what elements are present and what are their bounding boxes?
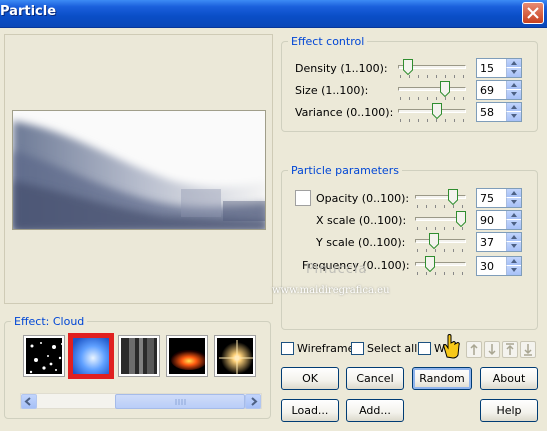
slider-thumb[interactable] (455, 211, 466, 227)
size-slider[interactable] (398, 81, 466, 101)
variance-label: Variance (0..100): (295, 106, 394, 119)
opacity-color-swatch[interactable] (295, 190, 311, 206)
effect-thumbnail-stars[interactable] (23, 335, 65, 377)
ok-button[interactable]: OK (281, 367, 339, 390)
chevron-left-icon (24, 397, 31, 406)
effect-control-legend: Effect control (288, 35, 368, 48)
size-value[interactable]: 69 (480, 84, 494, 97)
opacity-spinbox[interactable]: 75 (476, 188, 522, 208)
effect-legend: Effect: Cloud (11, 315, 88, 328)
spin-down-button[interactable] (506, 198, 521, 207)
move-top-button[interactable] (502, 341, 518, 358)
title-bar[interactable]: Particle (0, 0, 547, 28)
spin-up-button[interactable] (506, 81, 521, 90)
frequency-value[interactable]: 30 (480, 260, 494, 273)
close-button[interactable] (522, 2, 544, 24)
spin-down-button[interactable] (506, 112, 521, 121)
watermark-name: Pinuccia (306, 262, 368, 277)
scroll-right-button[interactable] (245, 394, 261, 409)
hand-pointer-icon (443, 334, 460, 359)
arrow-bottom-icon (524, 344, 532, 356)
density-slider[interactable] (398, 59, 466, 79)
density-spinbox[interactable]: 15 (476, 58, 522, 78)
select-all-label[interactable]: Select all (367, 342, 417, 355)
opacity-slider[interactable] (415, 189, 466, 209)
particle-parameters-legend: Particle parameters (288, 164, 402, 177)
spin-down-button[interactable] (506, 266, 521, 275)
spin-down-button[interactable] (506, 90, 521, 99)
x-scale-slider[interactable] (415, 211, 466, 231)
grip-icon (175, 399, 186, 405)
add-button[interactable]: Add... (346, 399, 404, 422)
spin-down-button[interactable] (506, 242, 521, 251)
size-label: Size (1..100): (295, 84, 369, 97)
scroll-thumb[interactable] (115, 394, 245, 409)
wireframe-checkbox[interactable] (281, 342, 294, 355)
variance-slider[interactable] (398, 103, 466, 123)
random-button[interactable]: Random (412, 367, 472, 390)
y-scale-spinbox[interactable]: 37 (476, 232, 522, 252)
close-icon (527, 7, 539, 19)
spin-up-button[interactable] (506, 59, 521, 68)
y-scale-slider[interactable] (415, 233, 466, 253)
stars-thumbnail-image (26, 338, 62, 374)
wireframe-label[interactable]: Wireframe (297, 342, 354, 355)
scroll-left-button[interactable] (21, 394, 37, 409)
frequency-spinbox[interactable]: 30 (476, 256, 522, 276)
select-all-checkbox[interactable] (351, 342, 364, 355)
spin-up-button[interactable] (506, 103, 521, 112)
preview-image (12, 110, 266, 230)
w-checkbox[interactable] (418, 342, 431, 355)
density-label: Density (1..100): (295, 62, 388, 75)
spin-down-button[interactable] (506, 220, 521, 229)
arrow-down-icon (488, 344, 496, 356)
about-button[interactable]: About (480, 367, 538, 390)
arrow-top-icon (506, 343, 514, 355)
y-scale-value[interactable]: 37 (480, 236, 494, 249)
opacity-value[interactable]: 75 (480, 192, 494, 205)
slider-thumb[interactable] (428, 233, 439, 249)
help-button[interactable]: Help (480, 399, 538, 422)
opacity-label: Opacity (0..100): (316, 192, 410, 205)
effect-thumbnail-cloud[interactable] (68, 333, 114, 379)
cloud-thumbnail-image (73, 338, 109, 374)
effect-thumbnail-smoke[interactable] (118, 335, 160, 377)
cancel-button[interactable]: Cancel (346, 367, 404, 390)
spin-up-button[interactable] (506, 189, 521, 198)
effect-thumbnail-flare[interactable] (214, 335, 256, 377)
arrow-up-icon (470, 343, 478, 355)
slider-thumb[interactable] (402, 59, 413, 75)
y-scale-label: Y scale (0..100): (316, 236, 406, 249)
slider-thumb[interactable] (432, 103, 443, 119)
move-down-button[interactable] (484, 341, 500, 358)
spin-down-button[interactable] (506, 68, 521, 77)
watermark-url: www.maidiregrafica.eu (272, 285, 390, 296)
move-up-button[interactable] (466, 341, 482, 358)
x-scale-label: X scale (0..100): (316, 214, 407, 227)
density-value[interactable]: 15 (480, 62, 494, 75)
slider-thumb[interactable] (448, 189, 459, 205)
smoke-thumbnail-image (121, 338, 157, 374)
effect-thumbnail-fire[interactable] (166, 335, 208, 377)
frequency-slider[interactable] (415, 256, 466, 276)
fire-thumbnail-image (169, 338, 205, 374)
flare-thumbnail-image (217, 338, 253, 374)
move-bottom-button[interactable] (520, 341, 536, 358)
x-scale-value[interactable]: 90 (480, 214, 494, 227)
slider-thumb[interactable] (439, 81, 450, 97)
preview-panel (4, 34, 273, 304)
variance-value[interactable]: 58 (480, 106, 494, 119)
slider-thumb[interactable] (425, 256, 436, 272)
load-button[interactable]: Load... (281, 399, 339, 422)
window-title: Particle (0, 4, 57, 19)
size-spinbox[interactable]: 69 (476, 80, 522, 100)
variance-spinbox[interactable]: 58 (476, 102, 522, 122)
spin-up-button[interactable] (506, 211, 521, 220)
effects-scrollbar[interactable] (20, 393, 262, 409)
chevron-right-icon (251, 397, 258, 406)
spin-up-button[interactable] (506, 257, 521, 266)
x-scale-spinbox[interactable]: 90 (476, 210, 522, 230)
spin-up-button[interactable] (506, 233, 521, 242)
